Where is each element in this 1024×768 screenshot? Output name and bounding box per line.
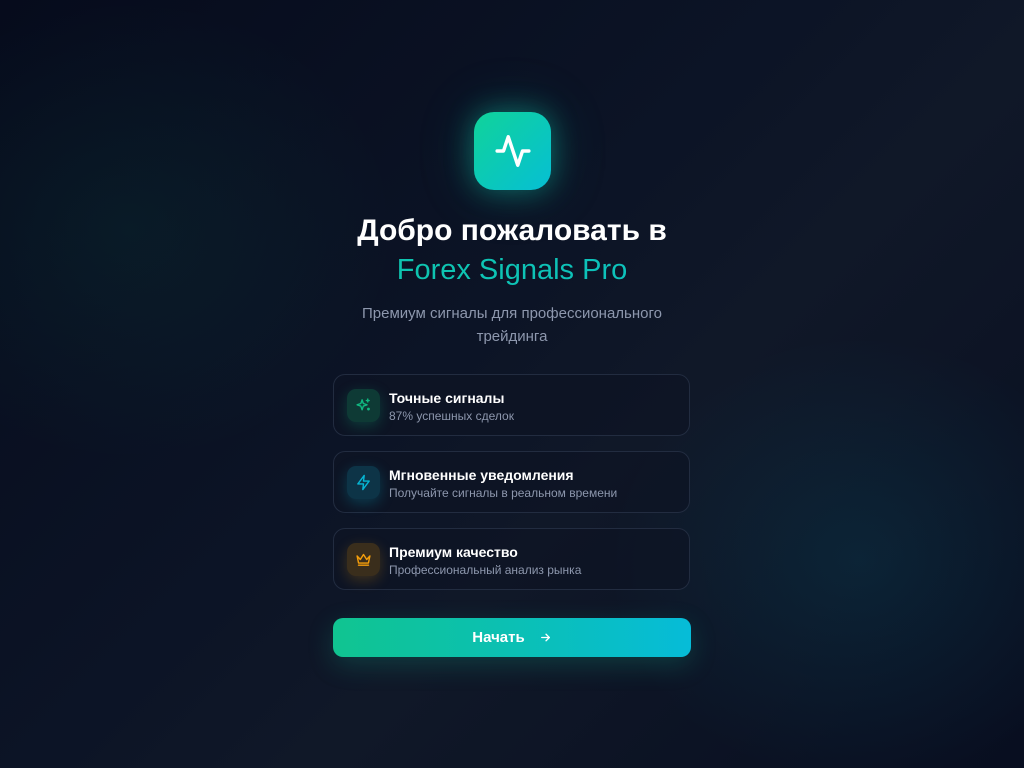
feature-card-accurate-signals: Точные сигналы 87% успешных сделок — [333, 374, 690, 436]
feature-title: Мгновенные уведомления — [389, 467, 574, 483]
start-button[interactable]: Начать — [333, 618, 691, 657]
feature-description: 87% успешных сделок — [389, 409, 514, 423]
feature-icon-badge — [347, 543, 380, 576]
app-name-title: Forex Signals Pro — [0, 254, 1024, 287]
welcome-subtitle: Премиум сигналы для профессионального тр… — [362, 305, 662, 345]
welcome-screen: Добро пожаловать в Forex Signals Pro Пре… — [0, 0, 1024, 768]
feature-card-instant-notifications: Мгновенные уведомления Получайте сигналы… — [333, 451, 690, 513]
feature-icon-badge — [347, 466, 380, 499]
feature-icon-badge — [347, 389, 380, 422]
app-logo — [474, 112, 551, 190]
arrow-right-icon — [539, 631, 552, 644]
sparkles-icon — [356, 398, 370, 411]
feature-title: Премиум качество — [389, 544, 518, 560]
lightning-icon — [357, 474, 370, 491]
feature-card-premium-quality: Премиум качество Профессиональный анализ… — [333, 528, 690, 590]
welcome-title: Добро пожаловать в — [357, 214, 667, 247]
feature-title: Точные сигналы — [389, 390, 505, 406]
crown-icon — [356, 553, 371, 566]
activity-pulse-icon — [494, 135, 531, 167]
start-button-label: Начать — [472, 629, 525, 646]
feature-description: Профессиональный анализ рынка — [389, 563, 582, 577]
feature-description: Получайте сигналы в реальном времени — [389, 486, 618, 500]
